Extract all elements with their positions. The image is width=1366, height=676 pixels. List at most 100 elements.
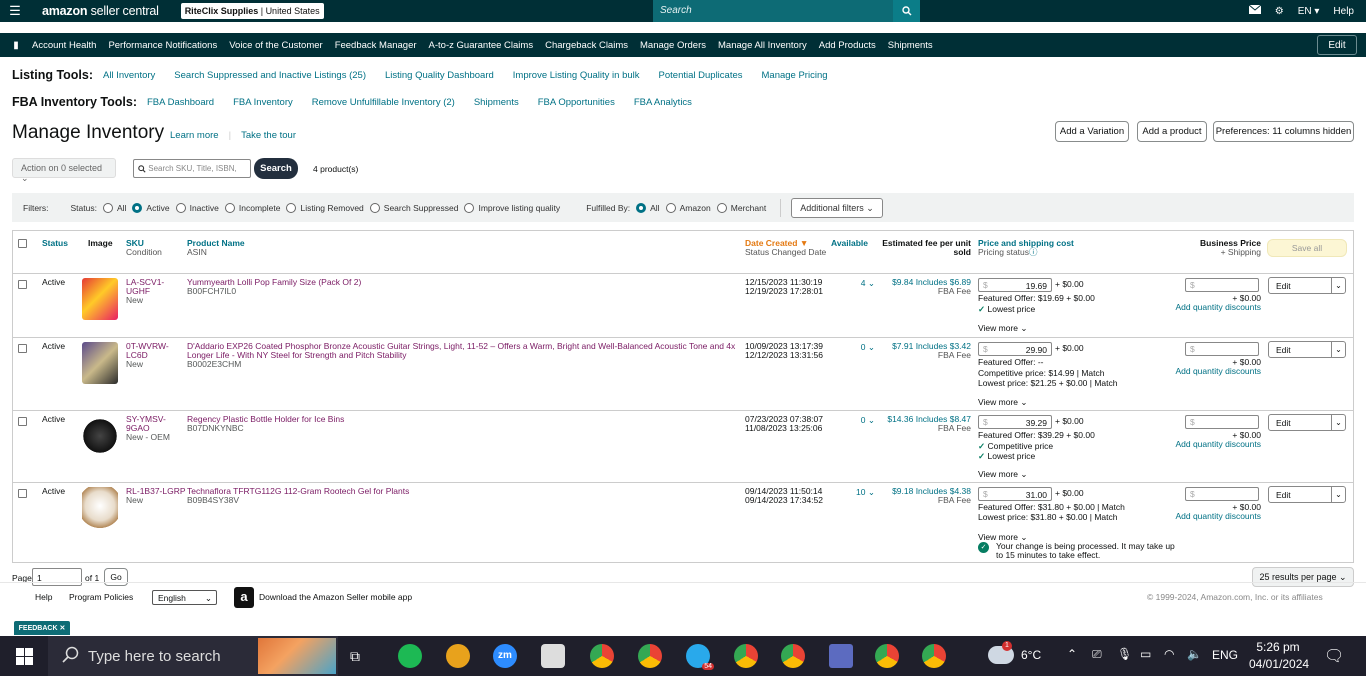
clock[interactable]: 5:26 pm 04/01/2024 [1249,640,1309,671]
link-potential-duplicates[interactable]: Potential Duplicates [659,70,743,81]
view-more-link[interactable]: View more ⌄ [978,398,1027,407]
link-remove-unfulfillable[interactable]: Remove Unfulfillable Inventory (2) [312,97,455,108]
windows-start-icon[interactable] [16,648,33,665]
col-price[interactable]: Price and shipping cost Pricing statusⓘ [978,239,1074,257]
snipping-tool-icon[interactable] [541,644,565,668]
col-date-created[interactable]: Date Created ▼ Status Changed Date [745,239,826,257]
chevron-down-icon[interactable]: ⌄ [1331,278,1345,293]
notifications-icon[interactable]: 🗨 [1324,646,1344,666]
qty-discounts-link[interactable]: Add quantity discounts [1165,367,1261,376]
price-input[interactable]: $29.90 [978,342,1052,356]
search-icon[interactable] [893,0,920,22]
preferences-button[interactable]: Preferences: 11 columns hidden [1213,121,1354,142]
row-fee[interactable]: $9.18 Includes $4.38 FBA Fee [881,487,971,505]
view-more-link[interactable]: View more ⌄ [978,470,1027,479]
available-dropdown[interactable]: 10 ⌄ [849,488,875,497]
business-price-input[interactable]: $ [1185,487,1259,501]
product-image[interactable] [82,342,118,384]
product-name-link[interactable]: Technaflora TFRTG112G 112-Gram Rootech G… [187,487,737,496]
nav-shipments[interactable]: Shipments [888,40,933,51]
status-radio-removed[interactable] [286,202,297,213]
price-input[interactable]: $19.69 [978,278,1052,292]
footer-help-link[interactable]: Help [35,592,52,602]
available-dropdown[interactable]: 4 ⌄ [855,279,875,288]
chrome-icon[interactable] [590,644,614,668]
row-fee[interactable]: $14.36 Includes $8.47 FBA Fee [881,415,971,433]
row-checkbox[interactable] [18,417,27,426]
chevron-down-icon[interactable]: ⌄ [1331,487,1345,502]
view-more-link[interactable]: View more ⌄ [978,324,1027,333]
info-icon[interactable]: ⓘ [1029,247,1038,257]
fulfilled-radio-merchant[interactable] [716,202,727,213]
seller-central-logo[interactable]: amazon seller central [42,4,159,18]
nav-add-products[interactable]: Add Products [819,40,876,51]
row-edit-button[interactable]: Edit ⌄ [1268,414,1346,431]
link-fba-opportunities[interactable]: FBA Opportunities [538,97,615,108]
link-manage-pricing[interactable]: Manage Pricing [762,70,828,81]
price-input[interactable]: $39.29 [978,415,1052,429]
footer-language-select[interactable]: English ⌄ [152,590,217,605]
link-improve-bulk[interactable]: Improve Listing Quality in bulk [513,70,640,81]
row-edit-button[interactable]: Edit ⌄ [1268,277,1346,294]
chevron-up-icon[interactable]: ⌃ [1067,647,1077,661]
col-available[interactable]: Available [831,239,868,248]
row-checkbox[interactable] [18,344,27,353]
task-view-icon[interactable]: ⧉ [350,648,360,665]
learn-more-link[interactable]: Learn more [170,130,219,141]
chrome-profile-l-icon[interactable] [638,644,662,668]
row-checkbox[interactable] [18,489,27,498]
bookmark-icon[interactable]: ▮ [0,40,32,51]
nav-feedback-manager[interactable]: Feedback Manager [335,40,417,51]
nav-account-health[interactable]: Account Health [32,40,96,51]
wifi-icon[interactable]: ◠ [1164,647,1174,661]
product-name-link[interactable]: D'Addario EXP26 Coated Phosphor Bronze A… [187,342,739,360]
chrome-profile-s-icon[interactable] [875,644,899,668]
row-fee[interactable]: $7.91 Includes $3.42 FBA Fee [881,342,971,360]
status-radio-active[interactable] [132,202,143,213]
feedback-tab[interactable]: FEEDBACK ✕ [14,621,70,635]
row-edit-button[interactable]: Edit ⌄ [1268,341,1346,358]
input-language[interactable]: ENG [1212,648,1238,662]
chevron-down-icon[interactable]: ⌄ [1331,415,1345,430]
add-product-button[interactable]: Add a product [1137,121,1207,142]
col-product-name[interactable]: Product Name ASIN [187,239,245,257]
fulfilled-radio-all[interactable] [636,202,647,213]
download-app-link[interactable]: Download the Amazon Seller mobile app [259,592,412,602]
chevron-down-icon[interactable]: ⌄ [1331,342,1345,357]
available-dropdown[interactable]: 0 ⌄ [855,416,875,425]
business-price-input[interactable]: $ [1185,278,1259,292]
menu-icon[interactable]: ☰ [0,0,30,22]
product-name-link[interactable]: Yummyearth Lolli Pop Family Size (Pack O… [187,278,737,287]
mail-icon[interactable] [1248,4,1262,17]
footer-policies-link[interactable]: Program Policies [69,592,133,602]
add-variation-button[interactable]: Add a Variation [1055,121,1129,142]
nav-edit-button[interactable]: Edit [1317,35,1357,55]
global-search-input[interactable]: Search [653,0,893,22]
row-edit-button[interactable]: Edit ⌄ [1268,486,1346,503]
app-icon-yellow[interactable] [446,644,470,668]
product-image[interactable] [82,278,118,320]
battery-icon[interactable]: ▭ [1140,647,1151,661]
qty-discounts-link[interactable]: Add quantity discounts [1165,512,1261,521]
chrome-profile-m2-icon[interactable] [781,644,805,668]
inventory-search-button[interactable]: Search [254,158,298,179]
nav-manage-inventory[interactable]: Manage All Inventory [718,40,807,51]
weather-cloud-icon[interactable]: 1 [988,641,1014,664]
telegram-icon[interactable]: 54 [686,644,714,670]
link-fba-shipments[interactable]: Shipments [474,97,519,108]
link-fba-analytics[interactable]: FBA Analytics [634,97,692,108]
product-image[interactable] [82,415,118,457]
taskbar-search-input[interactable]: Type here to search [48,636,338,676]
zoom-icon[interactable]: zm [493,644,517,668]
amazon-app-icon[interactable]: a [234,587,254,608]
link-quality-dashboard[interactable]: Listing Quality Dashboard [385,70,494,81]
link-all-inventory[interactable]: All Inventory [103,70,155,81]
calculator-icon[interactable] [829,644,853,668]
nav-chargeback-claims[interactable]: Chargeback Claims [545,40,628,51]
available-dropdown[interactable]: 0 ⌄ [855,343,875,352]
chrome-profile-r-icon[interactable] [922,644,946,668]
nav-manage-orders[interactable]: Manage Orders [640,40,706,51]
nav-performance-notifications[interactable]: Performance Notifications [108,40,217,51]
status-radio-all[interactable] [102,202,113,213]
business-price-input[interactable]: $ [1185,415,1259,429]
